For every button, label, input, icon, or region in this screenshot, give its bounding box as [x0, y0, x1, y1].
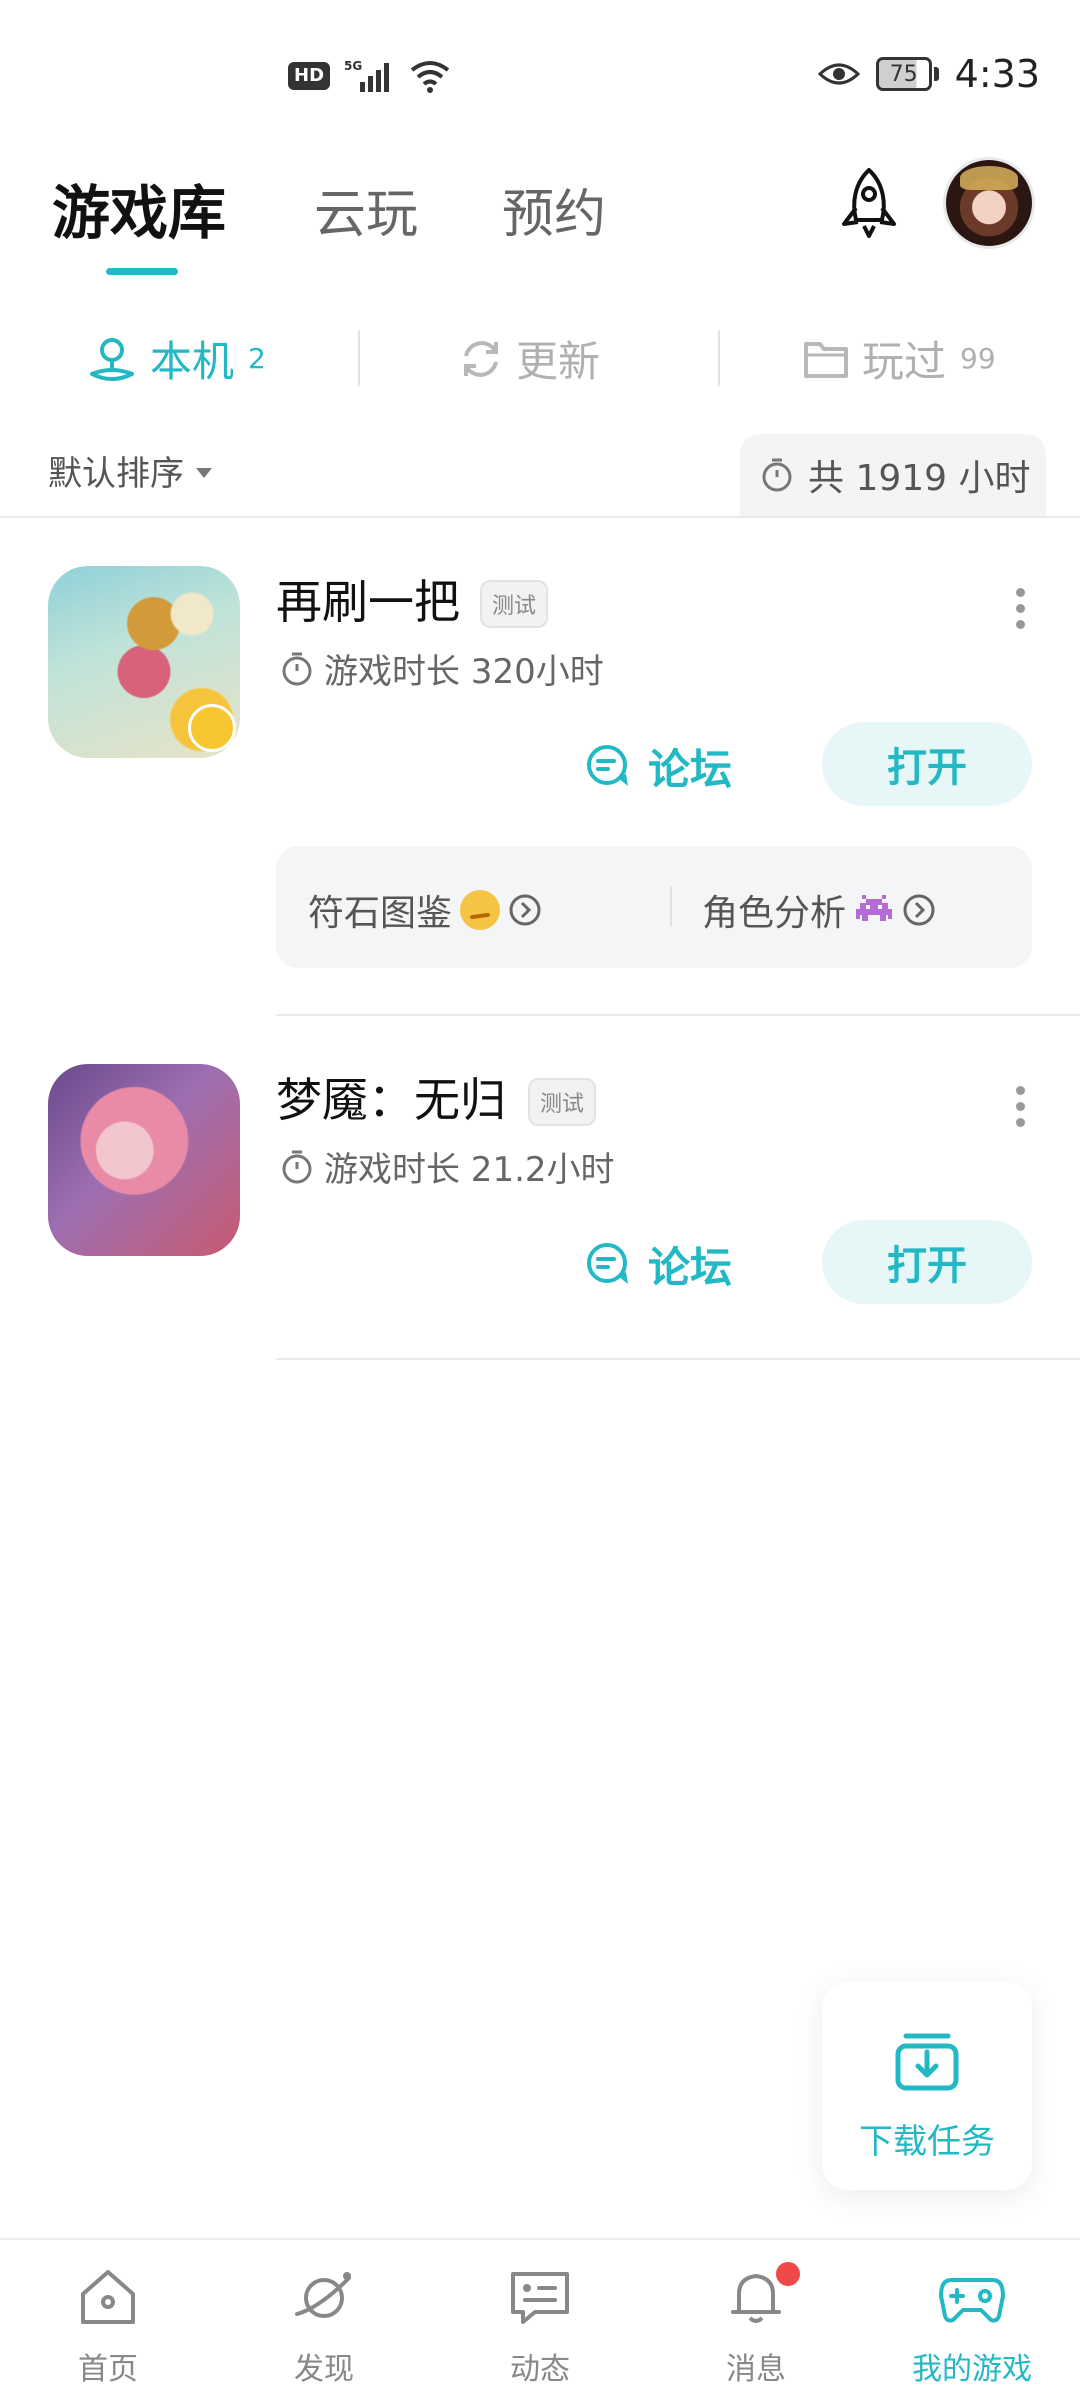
- forum-chat-icon: [587, 1242, 628, 1284]
- planet-icon: [295, 2272, 351, 2318]
- timer-icon: [282, 1150, 312, 1183]
- more-options-icon[interactable]: [1014, 1086, 1026, 1127]
- timer-icon: [282, 652, 312, 685]
- game-icon-1[interactable]: [48, 566, 240, 758]
- user-avatar[interactable]: [946, 160, 1032, 246]
- status-right: 75 4:33: [817, 52, 1040, 96]
- rocket-icon[interactable]: [832, 166, 906, 240]
- game-icon-2[interactable]: [48, 1064, 240, 1256]
- chat-icon: [511, 2272, 569, 2324]
- arrow-circle-right-icon: [509, 894, 541, 926]
- quick-link-character-analysis[interactable]: 角色分析: [702, 884, 936, 936]
- forum-button[interactable]: 论坛: [584, 1234, 732, 1295]
- notification-dot: [776, 2262, 800, 2286]
- battery-indicator: 75: [875, 57, 939, 91]
- quick-link-label: 符石图鉴: [308, 893, 453, 934]
- forum-label: 论坛: [648, 1243, 733, 1292]
- total-playtime-label: 共 1919 小时: [808, 458, 1031, 499]
- subtab-divider: [718, 330, 720, 386]
- subtab-local[interactable]: 本机 2: [86, 328, 266, 389]
- quick-links: 符石图鉴 角色分析: [276, 846, 1032, 968]
- subtab-played[interactable]: 玩过 99: [802, 328, 996, 389]
- nav-label: 发现: [294, 2352, 354, 2387]
- nav-label: 首页: [78, 2352, 138, 2387]
- gamepad-icon: [939, 2278, 1005, 2323]
- network-label: 5G: [344, 59, 362, 73]
- status-bar: HD 5G 75 4:33: [0, 0, 1080, 150]
- folder-icon: [804, 341, 848, 378]
- sort-label: 默认排序: [48, 454, 184, 494]
- clock: 4:33: [954, 52, 1040, 96]
- nav-my-games[interactable]: 我的游戏: [892, 2262, 1052, 2388]
- quick-link-divider: [670, 886, 672, 926]
- bottom-nav: 首页 发现 动态 消息 我的游戏: [0, 2238, 1080, 2402]
- open-button[interactable]: 打开: [822, 722, 1032, 806]
- alien-invader-icon: [856, 895, 893, 921]
- subtab-local-label: 本机: [150, 337, 235, 386]
- download-task-label: 下载任务: [859, 2122, 995, 2162]
- battery-level: 75: [875, 57, 932, 91]
- more-options-icon[interactable]: [1014, 588, 1026, 629]
- caret-down-icon: [196, 467, 212, 478]
- nav-home[interactable]: 首页: [28, 2262, 188, 2388]
- tab-cloud-play[interactable]: 云玩: [314, 172, 418, 247]
- active-tab-indicator: [106, 268, 178, 275]
- nav-messages[interactable]: 消息: [676, 2262, 836, 2388]
- download-tray-icon: [895, 2033, 959, 2091]
- divider: [0, 516, 1080, 518]
- divider: [276, 1358, 1080, 1360]
- wifi-icon: [410, 61, 450, 93]
- arrow-circle-right-icon: [903, 894, 935, 926]
- quick-link-rune-guide[interactable]: 符石图鉴: [308, 884, 542, 936]
- nav-label: 消息: [726, 2352, 786, 2387]
- location-pin-icon: [90, 337, 134, 381]
- tab-reservation[interactable]: 预约: [502, 172, 606, 247]
- forum-chat-icon: [587, 744, 628, 786]
- download-task-button[interactable]: 下载任务: [822, 1982, 1032, 2190]
- refresh-icon: [464, 340, 498, 377]
- open-button[interactable]: 打开: [822, 1220, 1032, 1304]
- game-playtime-label: 游戏时长 320小时: [324, 652, 604, 692]
- forum-label: 论坛: [648, 745, 733, 794]
- divider: [276, 1014, 1080, 1016]
- subtab-played-label: 玩过: [862, 337, 947, 386]
- game-playtime: 游戏时长 320小时: [280, 644, 604, 693]
- smile-badge-icon: [188, 704, 236, 752]
- timer-icon: [762, 458, 792, 492]
- eye-icon: [817, 63, 860, 85]
- tab-game-library[interactable]: 游戏库: [52, 166, 226, 250]
- forum-button[interactable]: 论坛: [584, 736, 732, 797]
- game-title[interactable]: 再刷一把: [276, 566, 460, 632]
- hd-badge: HD: [288, 62, 331, 90]
- sort-dropdown[interactable]: 默认排序: [48, 446, 212, 495]
- test-badge: 测试: [480, 580, 549, 628]
- signal-icon: 5G: [344, 59, 390, 92]
- subtab-local-count: 2: [248, 342, 266, 375]
- sub-tabs: 本机 2 更新 玩过 99: [0, 318, 1080, 396]
- subtab-divider: [358, 330, 360, 386]
- nav-activity[interactable]: 动态: [460, 2262, 620, 2388]
- subtab-updates-label: 更新: [516, 337, 601, 386]
- smirk-emoji-icon: [460, 890, 501, 930]
- home-icon: [81, 2270, 135, 2324]
- game-title[interactable]: 梦魇：无归: [276, 1064, 506, 1130]
- status-left: HD 5G: [288, 58, 452, 94]
- nav-label: 动态: [510, 2352, 570, 2387]
- subtab-played-count: 99: [960, 342, 996, 375]
- game-playtime-label: 游戏时长 21.2小时: [324, 1150, 615, 1190]
- subtab-updates[interactable]: 更新: [458, 328, 600, 389]
- nav-label: 我的游戏: [912, 2352, 1032, 2387]
- test-badge: 测试: [528, 1078, 597, 1126]
- quick-link-label: 角色分析: [702, 893, 847, 934]
- game-playtime: 游戏时长 21.2小时: [280, 1142, 615, 1191]
- total-playtime: 共 1919 小时: [740, 434, 1046, 516]
- nav-discover[interactable]: 发现: [244, 2262, 404, 2388]
